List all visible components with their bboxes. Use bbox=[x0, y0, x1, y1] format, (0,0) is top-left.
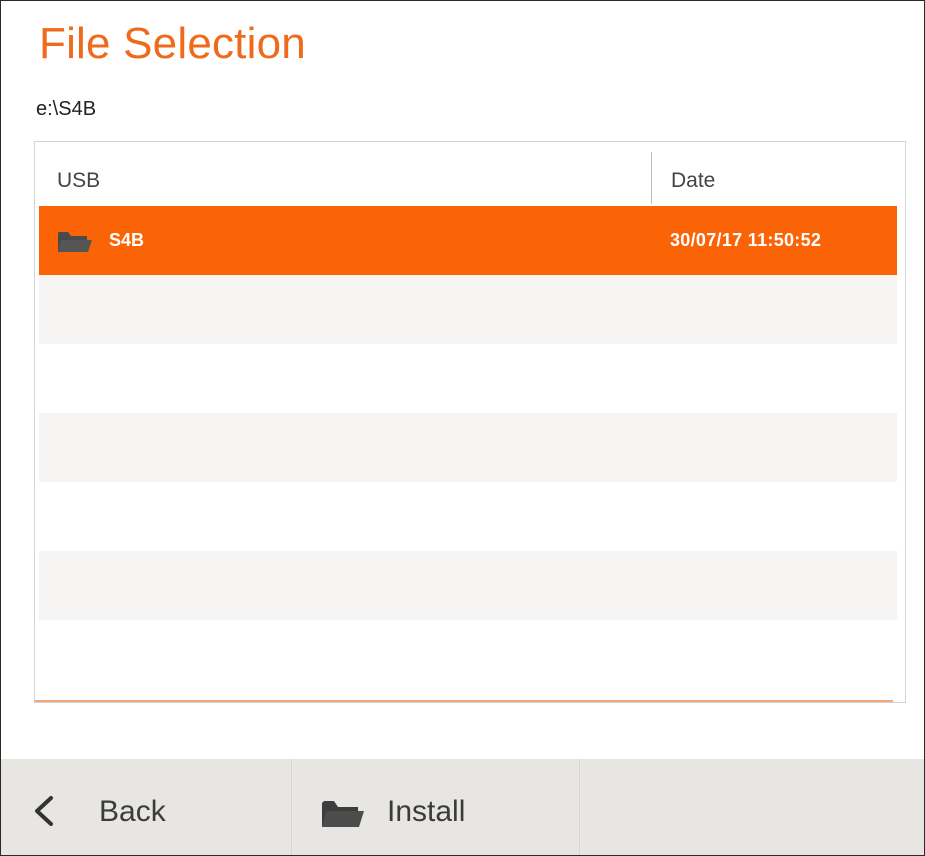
chevron-left-icon bbox=[35, 796, 53, 826]
file-date: 30/07/17 11:50:52 bbox=[670, 230, 822, 250]
column-divider bbox=[651, 152, 652, 204]
empty-row bbox=[39, 413, 897, 482]
file-list-header: USB Date bbox=[35, 142, 905, 206]
install-button[interactable]: Install bbox=[293, 759, 581, 855]
back-button[interactable]: Back bbox=[1, 759, 293, 855]
folder-icon bbox=[58, 232, 92, 252]
folder-icon bbox=[322, 801, 364, 827]
column-header-date[interactable]: Date bbox=[671, 169, 715, 193]
file-row-s4b[interactable]: S4B 30/07/17 11:50:52 bbox=[39, 206, 897, 275]
file-list: S4B 30/07/17 11:50:52 bbox=[39, 206, 897, 689]
current-path: e:\S4B bbox=[36, 98, 97, 120]
back-button-label: Back bbox=[99, 795, 166, 828]
file-list-panel: USB Date S4B 30/07/17 11:50:52 bbox=[34, 141, 906, 703]
footer-toolbar: Back Install bbox=[1, 759, 924, 855]
empty-row bbox=[39, 275, 897, 344]
column-header-usb[interactable]: USB bbox=[57, 169, 100, 193]
empty-row bbox=[39, 620, 897, 689]
empty-row bbox=[39, 482, 897, 551]
install-button-label: Install bbox=[387, 795, 466, 828]
empty-row bbox=[39, 344, 897, 413]
panel-bottom-accent bbox=[35, 700, 893, 702]
file-selection-screen: File Selection e:\S4B USB Date S4B 30/07… bbox=[0, 0, 925, 856]
page-title: File Selection bbox=[39, 19, 306, 68]
file-name: S4B bbox=[109, 230, 145, 250]
footer-empty-slot bbox=[581, 759, 924, 855]
empty-row bbox=[39, 551, 897, 620]
